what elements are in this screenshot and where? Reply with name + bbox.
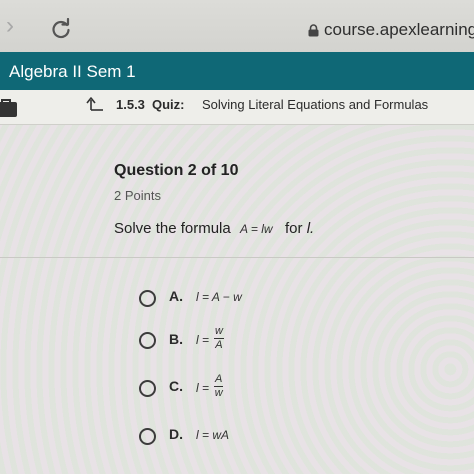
briefcase-icon[interactable]	[0, 98, 18, 123]
lock-icon	[308, 24, 319, 42]
option-a-answer[interactable]: l = A − w	[196, 290, 242, 304]
question-formula: A = lw	[240, 222, 273, 236]
question-points: 2 Points	[114, 188, 161, 203]
option-b-denominator: A	[215, 339, 223, 351]
url-field[interactable]: course.apexlearning.c	[324, 20, 474, 40]
quiz-title: Solving Literal Equations and Formulas	[202, 97, 429, 112]
back-arrow-icon[interactable]	[86, 96, 104, 117]
option-a-lhs: l =	[196, 290, 210, 304]
quiz-label: Quiz:	[152, 97, 185, 112]
quiz-number: 1.5.3	[116, 97, 145, 112]
question-variable: l.	[306, 220, 315, 237]
reload-icon[interactable]	[50, 17, 72, 45]
question-for-text: for	[285, 220, 303, 237]
divider	[0, 257, 474, 258]
option-c-fraction: A w	[214, 373, 224, 399]
option-a-letter: A.	[169, 288, 183, 304]
option-d-letter: D.	[169, 426, 183, 442]
option-c-lhs[interactable]: l =	[196, 381, 209, 395]
option-d-lhs: l =	[196, 428, 210, 442]
option-c-radio[interactable]	[139, 380, 156, 397]
question-target: for l.	[285, 220, 314, 237]
option-d-radio[interactable]	[139, 428, 156, 445]
option-b-letter: B.	[169, 331, 183, 347]
option-d-expr: wA	[212, 428, 230, 442]
option-c-denominator: w	[214, 387, 223, 399]
course-title: Algebra II Sem 1	[9, 62, 136, 81]
option-a-radio[interactable]	[139, 290, 156, 307]
option-b-numerator: w	[214, 325, 224, 339]
chevron-right-icon[interactable]: ›	[6, 14, 14, 38]
option-a-expr: A − w	[211, 290, 242, 304]
option-c-letter: C.	[169, 378, 183, 394]
option-b-radio[interactable]	[139, 332, 156, 349]
option-d-answer[interactable]: l = wA	[196, 428, 229, 442]
option-c-numerator: A	[214, 373, 224, 387]
option-b-fraction: w A	[214, 326, 224, 351]
question-prompt: Solve the formula	[114, 220, 231, 237]
option-b-lhs[interactable]: l =	[196, 333, 209, 347]
question-heading: Question 2 of 10	[114, 162, 239, 179]
